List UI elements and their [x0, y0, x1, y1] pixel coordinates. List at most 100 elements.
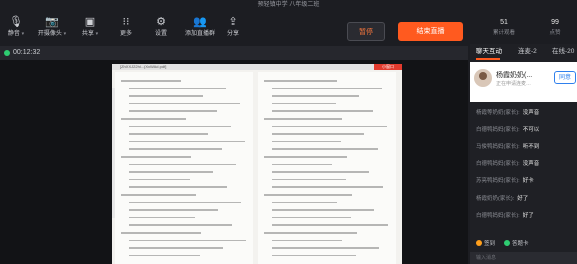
pdf-text-line [129, 133, 208, 135]
pdf-text-line [129, 216, 195, 219]
pdf-text-line [272, 102, 336, 105]
pdf-viewer[interactable]: [ZhXXJ22hl...(XxWAd.pdf] 小窗口 [112, 64, 402, 264]
pdf-window-button[interactable]: 小窗口 [374, 64, 402, 70]
pdf-text-line [129, 125, 231, 128]
share-screen-button[interactable]: ▣ 共享 ▾ [74, 16, 106, 39]
sign-in-button[interactable]: 签到 [476, 239, 495, 249]
pdf-tab[interactable]: [ZhXXJ22hl...(XxWAd.pdf] [112, 64, 402, 70]
live-indicator-icon [4, 50, 10, 56]
pdf-text-line [121, 194, 196, 196]
list-item: 白德鸭妈妈(家长): 不可以 [476, 127, 540, 133]
share-label: 分享 [226, 31, 239, 37]
likes-count: 99 [551, 19, 559, 26]
status-bar: 00:12:32 [0, 46, 468, 60]
pdf-text-line [272, 133, 364, 135]
pdf-text-line [264, 118, 342, 120]
pdf-text-line [129, 186, 227, 188]
pdf-text-line [272, 186, 383, 188]
more-button[interactable]: ⁝⁝ 更多 [110, 16, 142, 39]
chat-footer: 签到 答题卡 输入消息 [470, 236, 577, 264]
pdf-text-line [264, 232, 357, 234]
camera-icon: 📷 [45, 16, 59, 28]
mute-label: 静音 [7, 31, 20, 37]
pdf-text-line [272, 140, 341, 143]
pdf-text-line [129, 247, 223, 249]
pdf-text-line [129, 102, 240, 105]
chat-input[interactable]: 输入消息 [470, 252, 577, 264]
pdf-text-line [264, 156, 347, 158]
pdf-text-line [129, 254, 200, 257]
pdf-text-line [272, 171, 369, 173]
add-group-label: 添加直播群 [184, 31, 215, 37]
pdf-text-line [129, 209, 218, 211]
pdf-text-line [129, 110, 217, 112]
stat-likes: 99 点赞 [533, 18, 577, 38]
pdf-text-line [129, 87, 226, 90]
pdf-text-line [121, 118, 186, 120]
pdf-text-line [272, 178, 346, 181]
answer-card-button[interactable]: 答题卡 [504, 239, 529, 249]
chat-tabs: 聊天互动 连麦-2 在线-20 [470, 44, 577, 60]
pdf-text-line [264, 80, 337, 82]
chat-panel: 聊天互动 连麦-2 在线-20 杨霞奶奶(... 正在申请连麦… 同意 杨霞等奶… [470, 44, 577, 264]
more-label: 更多 [119, 31, 132, 37]
pdf-text-line [272, 239, 342, 242]
pdf-page-left [115, 72, 253, 264]
end-live-button[interactable]: 结束直播 [398, 22, 463, 41]
pdf-text-line [121, 80, 181, 82]
chevron-down-icon[interactable]: ▾ [22, 31, 25, 37]
pdf-page-right [258, 72, 396, 264]
pdf-text-line [272, 95, 359, 97]
mute-button[interactable]: 🎙 静音 ▾ [0, 16, 32, 39]
pdf-text-line [129, 163, 236, 166]
list-item: 白德鸭妈妈(家长): 没声音 [476, 161, 540, 167]
list-item: 杨霞奶奶(家长): 好了 [476, 196, 529, 202]
pdf-text-line [272, 254, 356, 257]
live-timer: 00:12:32 [13, 49, 41, 56]
list-item: 马俊鸭妈妈(家长): 听不到 [476, 144, 540, 150]
pdf-text-line [129, 224, 232, 226]
more-icon: ⁝⁝ [122, 16, 130, 28]
pdf-text-line [272, 201, 337, 204]
share-screen-icon: ▣ [84, 16, 96, 28]
answer-card-icon [504, 240, 510, 246]
camera-label: 开摄像头 [37, 31, 62, 37]
settings-button[interactable]: ⚙ 设置 [145, 16, 177, 39]
pdf-text-line [272, 216, 351, 219]
viewers-label: 累计观看 [492, 30, 515, 36]
list-item: 杨霞等奶奶(家长): 没声音 [476, 110, 540, 116]
pdf-text-line [129, 148, 222, 150]
pdf-text-line [129, 201, 241, 204]
chevron-down-icon[interactable]: ▾ [64, 31, 67, 37]
gear-icon: ⚙ [156, 16, 166, 28]
stat-viewers: 51 累计观看 [482, 18, 526, 38]
shared-screen: [ZhXXJ22hl...(XxWAd.pdf] 小窗口 [0, 60, 468, 264]
pdf-text-line [129, 178, 190, 181]
chevron-down-icon[interactable]: ▾ [96, 31, 99, 37]
pdf-text-line [129, 140, 245, 143]
add-group-button[interactable]: 👥 添加直播群 [180, 16, 220, 39]
pdf-text-line [272, 163, 332, 166]
pdf-text-line [129, 171, 213, 173]
toolbar: 🎙 静音 ▾ 📷 开摄像头 ▾ ▣ 共享 ▾ ⁝⁝ 更多 ⚙ 设置 👥 添加直播… [0, 12, 577, 44]
settings-label: 设置 [154, 31, 167, 37]
pdf-text-line [272, 148, 378, 150]
pdf-text-line [272, 125, 387, 128]
avatar [474, 69, 492, 87]
microphone-icon: 🎙 [9, 16, 23, 28]
share-button[interactable]: ⇪ 分享 [217, 16, 249, 39]
camera-button[interactable]: 📷 开摄像头 ▾ [36, 16, 68, 39]
pdf-text-line [264, 194, 352, 196]
pdf-text-line [272, 247, 379, 249]
share-icon: ⇪ [228, 16, 238, 28]
viewers-count: 51 [500, 19, 508, 26]
pdf-text-line [121, 232, 201, 234]
approve-button[interactable]: 同意 [554, 71, 576, 84]
mic-request-card: 杨霞奶奶(... 正在申请连麦… 同意 [470, 62, 577, 102]
pause-button[interactable]: 暂停 [347, 22, 385, 41]
share-screen-label: 共享 [81, 31, 94, 37]
pdf-text-line [129, 95, 203, 97]
tab-mic[interactable]: 连麦-2 [518, 44, 537, 60]
tab-online[interactable]: 在线-20 [552, 44, 574, 60]
requester-name: 杨霞奶奶(... [496, 72, 533, 79]
